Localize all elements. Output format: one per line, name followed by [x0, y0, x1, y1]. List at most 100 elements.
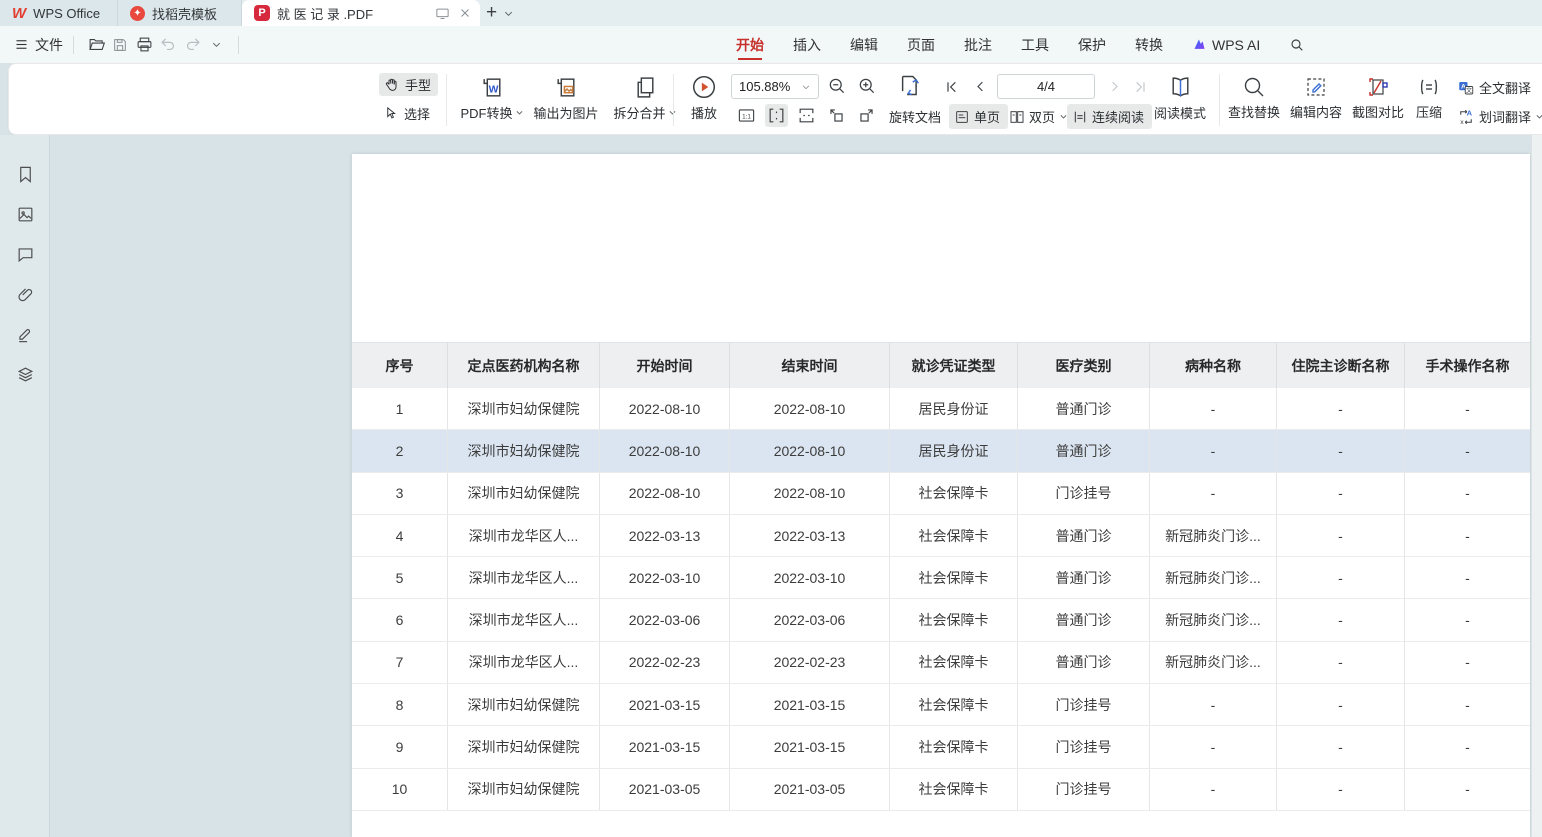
file-menu-button[interactable]: 文件 — [14, 35, 63, 55]
column-header: 定点医药机构名称 — [448, 343, 600, 388]
table-row[interactable]: 4深圳市龙华区人...2022-03-132022-03-13社会保障卡普通门诊… — [352, 515, 1530, 557]
last-page-button[interactable] — [1129, 74, 1151, 99]
layers-panel-icon[interactable] — [14, 363, 36, 385]
play-button[interactable]: 播放 — [689, 74, 719, 122]
fit-width-button[interactable] — [765, 104, 788, 127]
tab-document-pdf[interactable]: P 就 医 记 录 .PDF — [242, 0, 480, 26]
svg-text:x: x — [1460, 118, 1464, 125]
zoom-out-button[interactable] — [827, 76, 847, 96]
table-row[interactable]: 7深圳市龙华区人...2022-02-232022-02-23社会保障卡普通门诊… — [352, 642, 1530, 684]
select-tool-button[interactable]: 选择 — [379, 102, 437, 125]
new-tab-button[interactable]: + — [480, 0, 503, 26]
table-cell: - — [1405, 430, 1530, 471]
previous-page-button[interactable] — [969, 74, 991, 99]
table-cell: 门诊挂号 — [1018, 473, 1150, 514]
read-mode-label: 阅读模式 — [1154, 103, 1206, 122]
next-page-button[interactable] — [1103, 74, 1125, 99]
zoom-level-select[interactable]: 105.88% — [731, 74, 819, 99]
menu-item-wps-ai[interactable]: WPS AI — [1192, 26, 1260, 63]
edit-content-button[interactable]: 编辑内容 — [1287, 75, 1345, 121]
fit-page-swap-button[interactable] — [897, 72, 924, 99]
thumbnails-panel-icon[interactable] — [14, 203, 36, 225]
tab-close-icon[interactable] — [458, 6, 472, 20]
rotate-right-button[interactable] — [857, 106, 876, 125]
signature-panel-icon[interactable] — [14, 323, 36, 345]
page-indicator[interactable]: 4/4 — [997, 74, 1095, 99]
menu-item-insert[interactable]: 插入 — [793, 26, 821, 63]
divider — [673, 74, 674, 126]
table-cell: 深圳市妇幼保健院 — [448, 388, 600, 429]
undo-icon[interactable] — [156, 33, 180, 57]
print-icon[interactable] — [132, 33, 156, 57]
pdf-file-icon: P — [254, 5, 270, 21]
comments-panel-icon[interactable] — [14, 243, 36, 265]
menu-item-page[interactable]: 页面 — [907, 26, 935, 63]
menu-item-tools[interactable]: 工具 — [1021, 26, 1049, 63]
vertical-scrollbar[interactable] — [1531, 135, 1542, 837]
toolbar: 手型 选择 W PDF转换 输出为图片 拆分合并 播放 — [8, 63, 1542, 135]
menu-item-edit[interactable]: 编辑 — [850, 26, 878, 63]
menu-item-convert[interactable]: 转换 — [1135, 26, 1163, 63]
menu-item-home[interactable]: 开始 — [736, 26, 764, 63]
pdf-page[interactable]: 序号定点医药机构名称开始时间结束时间就诊凭证类型医疗类别病种名称住院主诊断名称手… — [352, 154, 1530, 837]
table-row[interactable]: 9深圳市妇幼保健院2021-03-152021-03-15社会保障卡门诊挂号--… — [352, 726, 1530, 768]
table-row[interactable]: 5深圳市龙华区人...2022-03-102022-03-10社会保障卡普通门诊… — [352, 557, 1530, 599]
table-cell: 2022-03-06 — [730, 599, 890, 640]
table-cell: 门诊挂号 — [1018, 769, 1150, 810]
table-row[interactable]: 2深圳市妇幼保健院2022-08-102022-08-10居民身份证普通门诊--… — [352, 430, 1530, 472]
menu-item-protect[interactable]: 保护 — [1078, 26, 1106, 63]
menu-item-annotate[interactable]: 批注 — [964, 26, 992, 63]
tab-monitor-icon[interactable] — [435, 6, 450, 21]
read-mode-button[interactable]: 阅读模式 — [1151, 75, 1209, 122]
continuous-read-button[interactable]: 连续阅读 — [1067, 104, 1152, 129]
tab-docer-templates[interactable]: ✦ 找稻壳模板 — [118, 0, 242, 26]
edit-pencil-icon — [1304, 75, 1328, 99]
table-cell: - — [1277, 557, 1405, 598]
pdf-convert-button[interactable]: W PDF转换 — [459, 75, 525, 122]
first-page-button[interactable] — [941, 74, 963, 99]
table-cell: 3 — [352, 473, 448, 514]
single-page-button[interactable]: 单页 — [949, 104, 1008, 129]
screenshot-compare-button[interactable]: 截图对比 — [1349, 75, 1407, 121]
zoom-in-button[interactable] — [857, 76, 877, 96]
table-cell: - — [1405, 473, 1530, 514]
rotate-left-button[interactable] — [827, 106, 846, 125]
search-icon — [1242, 75, 1266, 99]
document-canvas[interactable]: 序号定点医药机构名称开始时间结束时间就诊凭证类型医疗类别病种名称住院主诊断名称手… — [50, 135, 1542, 837]
actual-size-button[interactable]: 1:1 — [737, 106, 756, 125]
table-cell: 2022-03-10 — [730, 557, 890, 598]
bookmarks-panel-icon[interactable] — [14, 163, 36, 185]
split-merge-button[interactable]: 拆分合并 — [609, 75, 681, 122]
table-cell: 普通门诊 — [1018, 515, 1150, 556]
tab-wps-home[interactable]: W WPS Office — [0, 0, 118, 26]
open-file-icon[interactable] — [84, 33, 108, 57]
table-cell: 普通门诊 — [1018, 599, 1150, 640]
table-row[interactable]: 8深圳市妇幼保健院2021-03-152021-03-15社会保障卡门诊挂号--… — [352, 684, 1530, 726]
word-translate-button[interactable]: xA 划词翻译 — [1457, 107, 1542, 126]
redo-icon[interactable] — [180, 33, 204, 57]
save-icon[interactable] — [108, 33, 132, 57]
hand-tool-button[interactable]: 手型 — [379, 73, 438, 96]
table-row[interactable]: 1深圳市妇幼保健院2022-08-102022-08-10居民身份证普通门诊--… — [352, 388, 1530, 430]
table-cell: 新冠肺炎门诊... — [1150, 642, 1277, 683]
rotate-doc-label[interactable]: 旋转文档 — [889, 107, 941, 126]
chevron-down-icon — [515, 108, 524, 117]
fit-page-button[interactable] — [797, 106, 816, 125]
attachments-panel-icon[interactable] — [14, 283, 36, 305]
full-translate-button[interactable]: A文 全文翻译 — [1457, 78, 1531, 97]
quickbar-chevron-icon[interactable] — [204, 33, 228, 57]
menu-search-icon[interactable] — [1289, 26, 1305, 63]
screenshot-compare-label: 截图对比 — [1352, 102, 1404, 121]
table-row[interactable]: 10深圳市妇幼保健院2021-03-052021-03-05社会保障卡门诊挂号-… — [352, 769, 1530, 811]
table-body: 1深圳市妇幼保健院2022-08-102022-08-10居民身份证普通门诊--… — [352, 388, 1530, 811]
table-row[interactable]: 6深圳市龙华区人...2022-03-062022-03-06社会保障卡普通门诊… — [352, 599, 1530, 641]
double-page-button[interactable]: 双页 — [1009, 107, 1068, 126]
table-cell: 2022-03-06 — [600, 599, 730, 640]
table-cell: 2021-03-15 — [600, 726, 730, 767]
split-merge-label: 拆分合并 — [613, 103, 665, 122]
export-image-button[interactable]: 输出为图片 — [527, 75, 605, 122]
tab-list-chevron-icon[interactable] — [503, 0, 520, 26]
compress-button[interactable]: 压缩 — [1409, 75, 1449, 121]
table-row[interactable]: 3深圳市妇幼保健院2022-08-102022-08-10社会保障卡门诊挂号--… — [352, 473, 1530, 515]
find-replace-button[interactable]: 查找替换 — [1225, 75, 1283, 121]
